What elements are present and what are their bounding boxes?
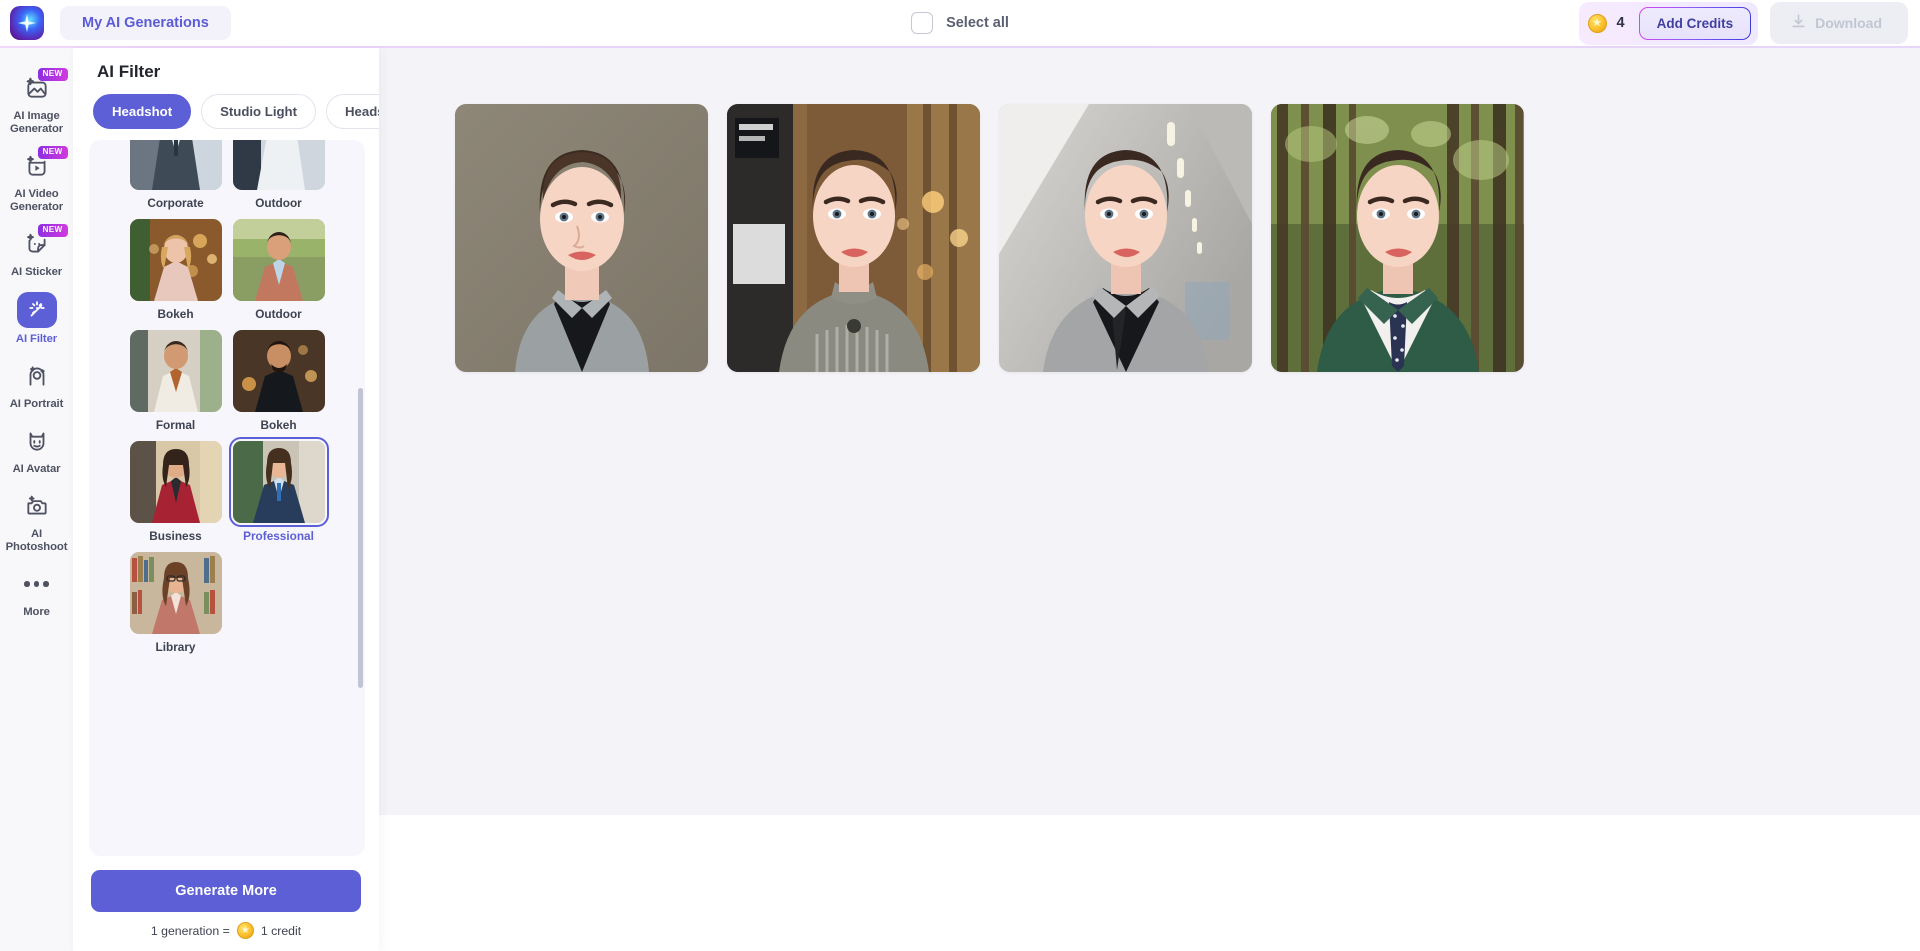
results-canvas [379, 48, 1920, 951]
avatar-icon [18, 424, 56, 458]
tab-headshot-2[interactable]: Headsh [326, 94, 379, 129]
top-bar-actions: ★ 4 Add Credits Download [1578, 1, 1908, 45]
my-ai-generations-button[interactable]: My AI Generations [60, 6, 231, 40]
filter-thumbnail [228, 437, 329, 527]
sidebar-item-label: AI Sticker [10, 266, 63, 278]
filter-thumbnail [129, 140, 222, 190]
portrait-icon [18, 359, 56, 393]
credit-note-suffix: 1 credit [260, 923, 302, 938]
sidebar-item-label: AI Video Generator [9, 188, 64, 213]
sidebar-item-label: AI Portrait [9, 398, 64, 410]
sidebar-item-ai-photoshoot[interactable]: AI Photoshoot [0, 482, 73, 560]
filter-sparkle-icon [16, 292, 57, 328]
result-image-4[interactable] [1271, 104, 1524, 372]
app-root: My AI Generations Select all ★ 4 Add Cre… [0, 0, 1920, 951]
filter-grid: Corporate Outdoor Bokeh Outdoor Formal B… [89, 140, 365, 654]
filter-item-bokeh-2[interactable]: Bokeh [232, 330, 325, 432]
sidebar-item-ai-avatar[interactable]: AI Avatar [0, 417, 73, 482]
new-badge: NEW [37, 224, 68, 237]
download-button[interactable]: Download [1770, 2, 1908, 44]
filter-thumbnail [232, 140, 325, 190]
main-body: NEW AI Image Generator NEW AI Video Gene… [0, 48, 1920, 951]
sidebar-item-ai-video-generator[interactable]: NEW AI Video Generator [0, 142, 73, 220]
filter-grid-scroll[interactable]: Corporate Outdoor Bokeh Outdoor Formal B… [89, 140, 365, 856]
filter-item-formal[interactable]: Formal [129, 330, 222, 432]
sidebar-item-label: More [23, 606, 50, 618]
image-generator-icon: NEW [18, 68, 68, 105]
filter-item-professional[interactable]: Professional [228, 437, 329, 543]
select-all-label: Select all [946, 15, 1009, 31]
filter-label: Bokeh [260, 418, 297, 432]
filter-item-corporate[interactable]: Corporate [129, 140, 222, 210]
filter-grid-card: Corporate Outdoor Bokeh Outdoor Formal B… [89, 140, 365, 856]
panel-title: AI Filter [97, 62, 161, 81]
coin-icon: ★ [1587, 13, 1607, 33]
filter-label: Outdoor [255, 196, 302, 210]
app-logo[interactable] [10, 6, 44, 40]
result-image-2[interactable] [727, 104, 980, 372]
credits-display: ★ 4 Add Credits [1578, 1, 1759, 45]
canvas-bottom-area [379, 815, 1920, 951]
sidebar-item-label: AI Filter [15, 333, 58, 345]
camera-icon [18, 489, 56, 523]
sidebar-item-more[interactable]: More [0, 560, 73, 625]
coin-icon: ★ [236, 922, 254, 939]
new-badge: NEW [37, 146, 68, 159]
video-generator-icon: NEW [18, 146, 68, 183]
sidebar-item-ai-sticker[interactable]: NEW AI Sticker [0, 220, 73, 285]
filter-label: Outdoor [255, 307, 302, 321]
add-credits-button[interactable]: Add Credits [1639, 7, 1752, 40]
sidebar-item-ai-portrait[interactable]: AI Portrait [0, 352, 73, 417]
filter-category-tabs: Headshot Studio Light Headsh [73, 82, 379, 137]
new-badge: NEW [37, 68, 68, 81]
credit-cost-note: 1 generation = ★ 1 credit [91, 922, 361, 939]
filter-panel-scrollbar[interactable] [358, 388, 363, 688]
sidebar-item-label: AI Avatar [12, 463, 61, 475]
filter-thumbnail [129, 441, 222, 523]
sidebar-item-ai-image-generator[interactable]: NEW AI Image Generator [0, 64, 73, 142]
filter-thumbnail [232, 219, 325, 301]
filter-thumbnail [129, 219, 222, 301]
sticker-icon: NEW [18, 224, 68, 261]
select-all-checkbox[interactable] [911, 12, 934, 34]
filter-item-business[interactable]: Business [129, 441, 222, 543]
credit-count: 4 [1616, 15, 1625, 31]
download-icon [1790, 13, 1807, 33]
panel-footer: Generate More 1 generation = ★ 1 credit [73, 856, 379, 951]
filter-item-outdoor-2[interactable]: Outdoor [232, 219, 325, 321]
filter-item-bokeh-1[interactable]: Bokeh [129, 219, 222, 321]
ellipsis-icon [18, 567, 56, 601]
filter-thumbnail [129, 330, 222, 412]
sidebar-rail: NEW AI Image Generator NEW AI Video Gene… [0, 48, 73, 951]
tab-studio-light[interactable]: Studio Light [201, 94, 316, 129]
filter-label: Business [149, 529, 202, 543]
generate-more-button[interactable]: Generate More [91, 870, 361, 912]
results-grid [379, 48, 1920, 372]
sidebar-item-ai-filter[interactable]: AI Filter [0, 285, 73, 352]
credit-note-prefix: 1 generation = [150, 923, 230, 938]
filter-label: Library [155, 640, 196, 654]
filter-label: Professional [243, 529, 314, 543]
result-image-1[interactable] [455, 104, 708, 372]
result-image-3[interactable] [999, 104, 1252, 372]
filter-label: Formal [155, 418, 196, 432]
ai-filter-panel: AI Filter Headshot Studio Light Headsh [73, 48, 379, 951]
filter-thumbnail [232, 330, 325, 412]
filter-thumbnail [129, 552, 222, 634]
top-bar: My AI Generations Select all ★ 4 Add Cre… [0, 0, 1920, 46]
sidebar-item-label: AI Image Generator [9, 110, 64, 135]
filter-item-outdoor-1[interactable]: Outdoor [232, 140, 325, 210]
filter-label: Corporate [147, 196, 204, 210]
filter-item-library[interactable]: Library [129, 552, 222, 654]
sidebar-item-label: AI Photoshoot [5, 528, 68, 553]
download-label: Download [1815, 15, 1882, 31]
tab-headshot[interactable]: Headshot [93, 94, 192, 129]
filter-label: Bokeh [157, 307, 194, 321]
